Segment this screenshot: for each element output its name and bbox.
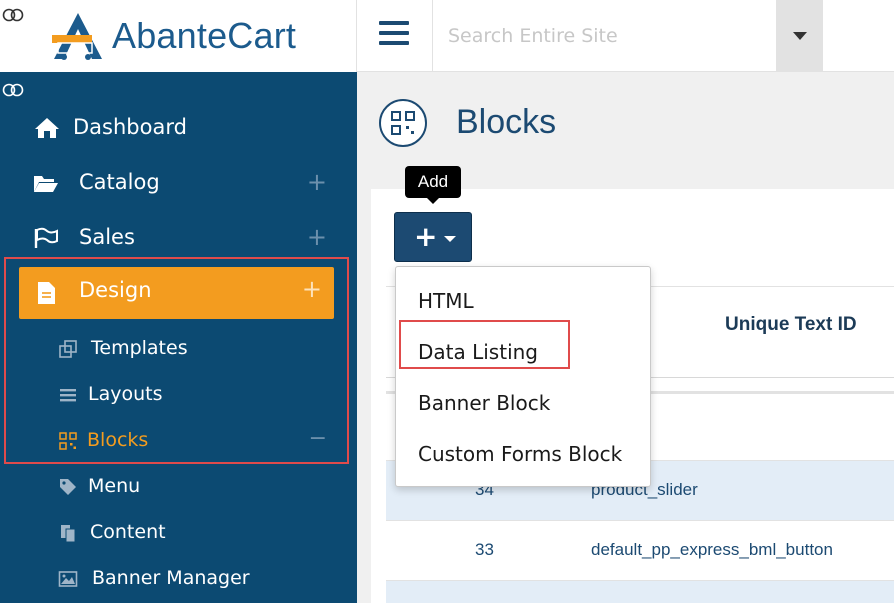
menu-item-label: Custom Forms Block <box>418 442 623 466</box>
sidebar-item-design[interactable]: Design + <box>19 267 334 319</box>
sidebar-subitem-content[interactable]: Content <box>0 516 357 550</box>
plus-icon: + <box>414 220 438 253</box>
logo-text[interactable]: AbanteCart <box>112 15 296 57</box>
sidebar-item-label: Catalog <box>79 170 160 194</box>
sidebar-subitem-banner-manager[interactable]: Banner Manager <box>0 562 357 596</box>
menu-item-label: Data Listing <box>418 340 538 364</box>
tag-icon <box>60 479 76 495</box>
page-title: Blocks <box>456 103 557 141</box>
column-header-unique-text-id[interactable]: Unique Text ID <box>725 314 857 336</box>
sidebar-item-sales[interactable]: Sales + <box>0 217 357 259</box>
sidebar-item-label: Dashboard <box>73 115 187 139</box>
sidebar-subitem-label: Blocks <box>87 429 149 451</box>
page-title-icon <box>379 99 427 147</box>
toggle-icon[interactable] <box>2 8 26 22</box>
sidebar-subitem-label: Layouts <box>88 383 163 405</box>
row-text-id: default_pp_express_bml_button <box>591 540 833 559</box>
clone-icon <box>59 340 77 358</box>
menu-item-label: HTML <box>418 289 474 313</box>
home-icon <box>35 118 59 138</box>
sidebar: Dashboard Catalog + Sales + Design + Tem… <box>0 72 357 603</box>
menu-item-html[interactable]: HTML <box>396 281 650 321</box>
sidebar-subitem-label: Templates <box>91 337 188 359</box>
add-dropdown-menu: HTML Data Listing Banner Block Custom Fo… <box>395 266 651 487</box>
abantecart-logo-icon <box>52 13 102 60</box>
qrcode-icon <box>391 111 415 135</box>
table-row[interactable]: 33 default_pp_express_bml_button <box>386 521 894 581</box>
sidebar-item-label: Sales <box>79 225 135 249</box>
flag-icon <box>34 227 58 248</box>
sidebar-subitem-menu[interactable]: Menu <box>0 470 357 504</box>
expand-icon[interactable]: + <box>307 168 327 196</box>
row-id: 33 <box>475 540 494 559</box>
sidebar-item-catalog[interactable]: Catalog + <box>0 162 357 204</box>
sidebar-item-label: Design <box>79 278 152 302</box>
expand-icon[interactable]: + <box>307 223 327 251</box>
add-tooltip: Add <box>405 166 461 204</box>
expand-icon[interactable]: + <box>302 275 322 303</box>
sidebar-subitem-templates[interactable]: Templates <box>0 332 357 366</box>
caret-down-icon <box>444 236 456 242</box>
sidebar-subitem-layouts[interactable]: Layouts <box>0 378 357 412</box>
toggle-icon[interactable] <box>2 83 26 97</box>
logo-area: AbanteCart <box>0 0 357 72</box>
sidebar-item-dashboard[interactable]: Dashboard <box>0 107 357 149</box>
collapse-icon[interactable]: − <box>309 426 327 451</box>
sidebar-subitem-label: Menu <box>88 475 141 497</box>
sidebar-subitem-label: Banner Manager <box>92 567 250 589</box>
sidebar-subitem-blocks[interactable]: Blocks − <box>0 424 357 458</box>
copy-icon <box>61 525 76 543</box>
menu-item-banner-block[interactable]: Banner Block <box>396 383 650 423</box>
caret-down-icon[interactable] <box>777 0 823 72</box>
top-header <box>357 0 894 72</box>
image-icon <box>58 571 78 587</box>
hamburger-icon[interactable] <box>379 21 409 49</box>
folder-open-icon <box>34 176 58 192</box>
menu-item-custom-forms-block[interactable]: Custom Forms Block <box>396 434 650 474</box>
menu-item-label: Banner Block <box>418 391 551 415</box>
add-button[interactable]: + <box>394 212 472 262</box>
search-box <box>432 0 777 72</box>
menu-item-data-listing[interactable]: Data Listing <box>396 332 650 372</box>
table-row[interactable] <box>386 581 894 603</box>
sidebar-subitem-label: Content <box>90 521 166 543</box>
file-icon <box>38 282 55 304</box>
list-icon <box>60 389 76 402</box>
qrcode-icon <box>59 432 77 450</box>
search-input[interactable] <box>433 0 776 72</box>
